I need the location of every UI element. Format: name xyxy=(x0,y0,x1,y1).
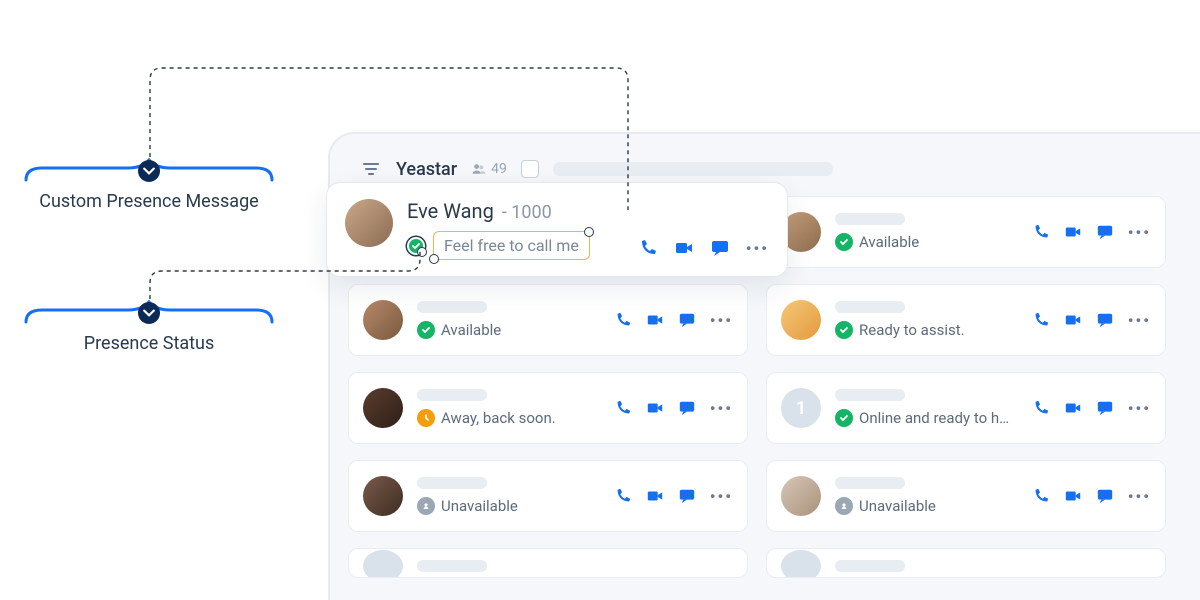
call-icon[interactable] xyxy=(1032,311,1050,329)
more-icon[interactable]: ••• xyxy=(746,239,769,258)
avatar xyxy=(345,199,393,247)
avatar xyxy=(781,300,821,340)
name-placeholder xyxy=(417,477,487,489)
more-icon[interactable]: ••• xyxy=(710,311,733,330)
search-placeholder-bar[interactable] xyxy=(553,162,833,176)
call-icon[interactable] xyxy=(614,311,632,329)
contact-card[interactable]: Ready to assist. ••• xyxy=(766,284,1166,356)
status-available-icon xyxy=(835,409,853,427)
contact-card[interactable]: Unavailable ••• xyxy=(766,460,1166,532)
more-icon[interactable]: ••• xyxy=(1128,311,1151,330)
name-placeholder xyxy=(835,477,905,489)
status-unavailable-icon xyxy=(835,497,853,515)
annotation-presence-status: Presence Status xyxy=(24,300,274,355)
name-placeholder xyxy=(835,213,905,225)
checkbox[interactable] xyxy=(521,160,539,178)
chat-icon[interactable] xyxy=(1096,223,1114,241)
presence-message-input[interactable]: Feel free to call me xyxy=(433,231,590,260)
video-icon[interactable] xyxy=(1064,311,1082,329)
avatar xyxy=(363,476,403,516)
chat-icon[interactable] xyxy=(710,238,730,258)
hero-actions: ••• xyxy=(638,238,769,260)
more-icon[interactable]: ••• xyxy=(1128,487,1151,506)
card-actions: ••• xyxy=(1032,223,1151,242)
contact-extension: - 1000 xyxy=(502,202,552,223)
status-available-icon xyxy=(417,321,435,339)
contact-card[interactable] xyxy=(348,548,748,578)
status-text: Available xyxy=(859,233,919,251)
status-text: Online and ready to h… xyxy=(859,409,1009,427)
people-count-value: 49 xyxy=(491,161,507,177)
chat-icon[interactable] xyxy=(678,311,696,329)
status-available-icon xyxy=(835,321,853,339)
chat-icon[interactable] xyxy=(1096,487,1114,505)
name-placeholder xyxy=(417,301,487,313)
avatar xyxy=(363,550,403,578)
name-placeholder xyxy=(417,389,487,401)
status-available-icon[interactable] xyxy=(407,237,425,255)
video-icon[interactable] xyxy=(674,238,694,258)
filter-icon[interactable] xyxy=(360,158,382,180)
people-count: 49 xyxy=(471,161,507,177)
contact-card[interactable]: Unavailable ••• xyxy=(348,460,748,532)
avatar xyxy=(781,550,821,578)
chat-icon[interactable] xyxy=(678,399,696,417)
contact-card[interactable]: Away, back soon. ••• xyxy=(348,372,748,444)
org-title: Yeastar xyxy=(396,159,457,180)
chat-icon[interactable] xyxy=(1096,311,1114,329)
video-icon[interactable] xyxy=(1064,223,1082,241)
video-icon[interactable] xyxy=(1064,487,1082,505)
status-text: Available xyxy=(441,321,501,339)
avatar xyxy=(363,388,403,428)
more-icon[interactable]: ••• xyxy=(710,487,733,506)
hero-contact-card[interactable]: Eve Wang - 1000 Feel free to call me ••• xyxy=(326,182,788,277)
annotation-label: Presence Status xyxy=(24,332,274,355)
status-text: Unavailable xyxy=(441,497,518,515)
call-icon[interactable] xyxy=(638,238,658,258)
status-away-icon xyxy=(417,409,435,427)
video-icon[interactable] xyxy=(646,487,664,505)
people-icon xyxy=(471,161,487,177)
annotation-label: Custom Presence Message xyxy=(24,190,274,213)
contact-card[interactable]: Available ••• xyxy=(766,196,1166,268)
name-placeholder xyxy=(835,560,905,572)
call-icon[interactable] xyxy=(614,399,632,417)
annotation-custom-presence-message: Custom Presence Message xyxy=(24,158,274,213)
avatar xyxy=(781,476,821,516)
contact-name-row: Eve Wang - 1000 xyxy=(407,199,624,223)
contact-card[interactable] xyxy=(766,548,1166,578)
chevron-down-icon xyxy=(138,302,160,324)
more-icon[interactable]: ••• xyxy=(710,399,733,418)
video-icon[interactable] xyxy=(1064,399,1082,417)
video-icon[interactable] xyxy=(646,399,664,417)
video-icon[interactable] xyxy=(646,311,664,329)
avatar-number: 1 xyxy=(781,388,821,428)
chat-icon[interactable] xyxy=(1096,399,1114,417)
chat-icon[interactable] xyxy=(678,487,696,505)
name-placeholder xyxy=(417,560,487,572)
name-placeholder xyxy=(835,301,905,313)
call-icon[interactable] xyxy=(1032,399,1050,417)
name-placeholder xyxy=(835,389,905,401)
chevron-down-icon xyxy=(138,160,160,182)
call-icon[interactable] xyxy=(1032,487,1050,505)
contact-card[interactable]: 1 Online and ready to h… ••• xyxy=(766,372,1166,444)
contact-name: Eve Wang xyxy=(407,199,494,223)
call-icon[interactable] xyxy=(1032,223,1050,241)
more-icon[interactable]: ••• xyxy=(1128,223,1151,242)
status-unavailable-icon xyxy=(417,497,435,515)
status-text: Ready to assist. xyxy=(859,321,965,339)
contact-card[interactable]: Available ••• xyxy=(348,284,748,356)
status-text: Away, back soon. xyxy=(441,409,556,427)
more-icon[interactable]: ••• xyxy=(1128,399,1151,418)
status-available-icon xyxy=(835,233,853,251)
avatar xyxy=(363,300,403,340)
status-text: Unavailable xyxy=(859,497,936,515)
call-icon[interactable] xyxy=(614,487,632,505)
